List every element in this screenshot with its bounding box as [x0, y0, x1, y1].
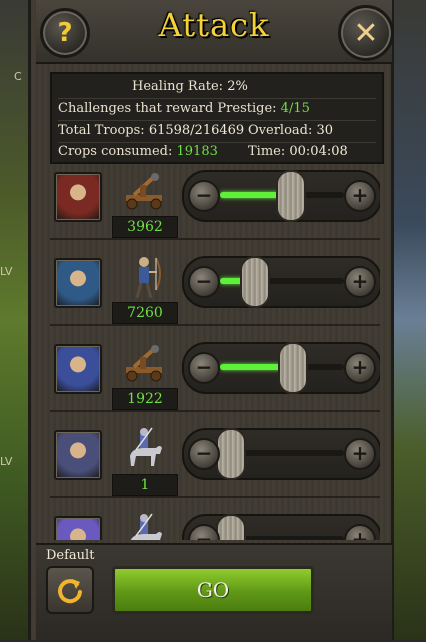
- minus-button[interactable]: −: [188, 266, 220, 298]
- troop-row: 1− +: [50, 412, 380, 498]
- slider-fill: [220, 192, 280, 198]
- plus-button[interactable]: +: [344, 180, 376, 212]
- catapult-icon: [118, 168, 170, 214]
- slider-handle[interactable]: [240, 256, 270, 308]
- troop-row: 1922− +: [50, 326, 380, 412]
- slider-track: [220, 278, 344, 284]
- hero-portrait[interactable]: [54, 258, 102, 308]
- crops-label: Crops consumed:: [58, 144, 173, 159]
- troop-slider[interactable]: − +: [182, 514, 380, 540]
- divider: [58, 142, 376, 143]
- troops-line: Total Troops: 61598/216469: [58, 123, 244, 138]
- troop-slider[interactable]: − +: [182, 342, 380, 394]
- side-level-tag: LV: [0, 265, 13, 278]
- time-label: Time:: [248, 144, 286, 159]
- hero-portrait[interactable]: [54, 344, 102, 394]
- prestige-line: Challenges that reward Prestige: 4/15: [58, 101, 310, 116]
- troop-count: 1: [112, 474, 178, 496]
- minus-button[interactable]: −: [188, 180, 220, 212]
- hero-portrait[interactable]: [54, 172, 102, 222]
- slider-handle[interactable]: [278, 342, 308, 394]
- question-icon: ?: [57, 18, 73, 48]
- cavalry-icon: [118, 512, 170, 540]
- troop-slider[interactable]: − +: [182, 256, 380, 308]
- troop-row: − +: [50, 498, 380, 540]
- side-tag: C: [14, 70, 22, 83]
- minus-button[interactable]: −: [188, 352, 220, 384]
- troops-label: Total Troops:: [58, 123, 145, 138]
- crops-value: 19183: [176, 144, 218, 159]
- troop-slider[interactable]: − +: [182, 170, 380, 222]
- troop-count: 7260: [112, 302, 178, 324]
- troop-slider[interactable]: − +: [182, 428, 380, 480]
- go-button[interactable]: GO: [112, 566, 314, 614]
- troop-row: 7260− +: [50, 240, 380, 326]
- troop-count: 3962: [112, 216, 178, 238]
- refresh-icon: [58, 579, 82, 604]
- plus-button[interactable]: +: [344, 266, 376, 298]
- time-value: 00:04:08: [289, 144, 348, 159]
- prestige-value: 4/15: [280, 101, 310, 116]
- side-level-tag: LV: [0, 455, 13, 468]
- slider-handle[interactable]: [276, 170, 306, 222]
- archer-icon: [118, 254, 170, 300]
- plus-button[interactable]: +: [344, 438, 376, 470]
- plus-button[interactable]: +: [344, 352, 376, 384]
- healing-rate-label: Healing Rate:: [132, 79, 224, 94]
- troops-value: 61598/216469: [148, 123, 245, 138]
- plus-button[interactable]: +: [344, 524, 376, 540]
- cavalry-icon: [118, 426, 170, 472]
- overload-line: Overload: 30: [248, 123, 333, 138]
- divider: [58, 98, 376, 99]
- minus-button[interactable]: −: [188, 438, 220, 470]
- healing-rate-line: Healing Rate: 2%: [132, 79, 248, 94]
- default-button[interactable]: [46, 566, 94, 614]
- troop-row: 3962− +: [50, 162, 380, 240]
- overload-label: Overload:: [248, 123, 313, 138]
- attack-info-box: Healing Rate: 2% Challenges that reward …: [50, 72, 384, 164]
- default-label: Default: [46, 548, 95, 563]
- prestige-label: Challenges that reward Prestige:: [58, 101, 277, 116]
- troop-count: 1922: [112, 388, 178, 410]
- close-icon: ✕: [353, 15, 379, 51]
- hero-portrait[interactable]: [54, 516, 102, 540]
- slider-handle[interactable]: [216, 428, 246, 480]
- close-button[interactable]: ✕: [338, 5, 394, 61]
- crops-line: Crops consumed: 19183: [58, 144, 218, 159]
- hero-portrait[interactable]: [54, 430, 102, 480]
- slider-handle[interactable]: [216, 514, 246, 540]
- healing-rate-value: 2%: [227, 79, 248, 94]
- troop-list[interactable]: 3962− +7260− +1922− +1− + − +: [50, 162, 380, 540]
- time-line: Time: 00:04:08: [248, 144, 348, 159]
- divider: [58, 120, 376, 121]
- slider-fill: [220, 364, 282, 370]
- catapult-icon: [118, 340, 170, 386]
- help-button[interactable]: ?: [40, 8, 90, 58]
- overload-value: 30: [316, 123, 334, 138]
